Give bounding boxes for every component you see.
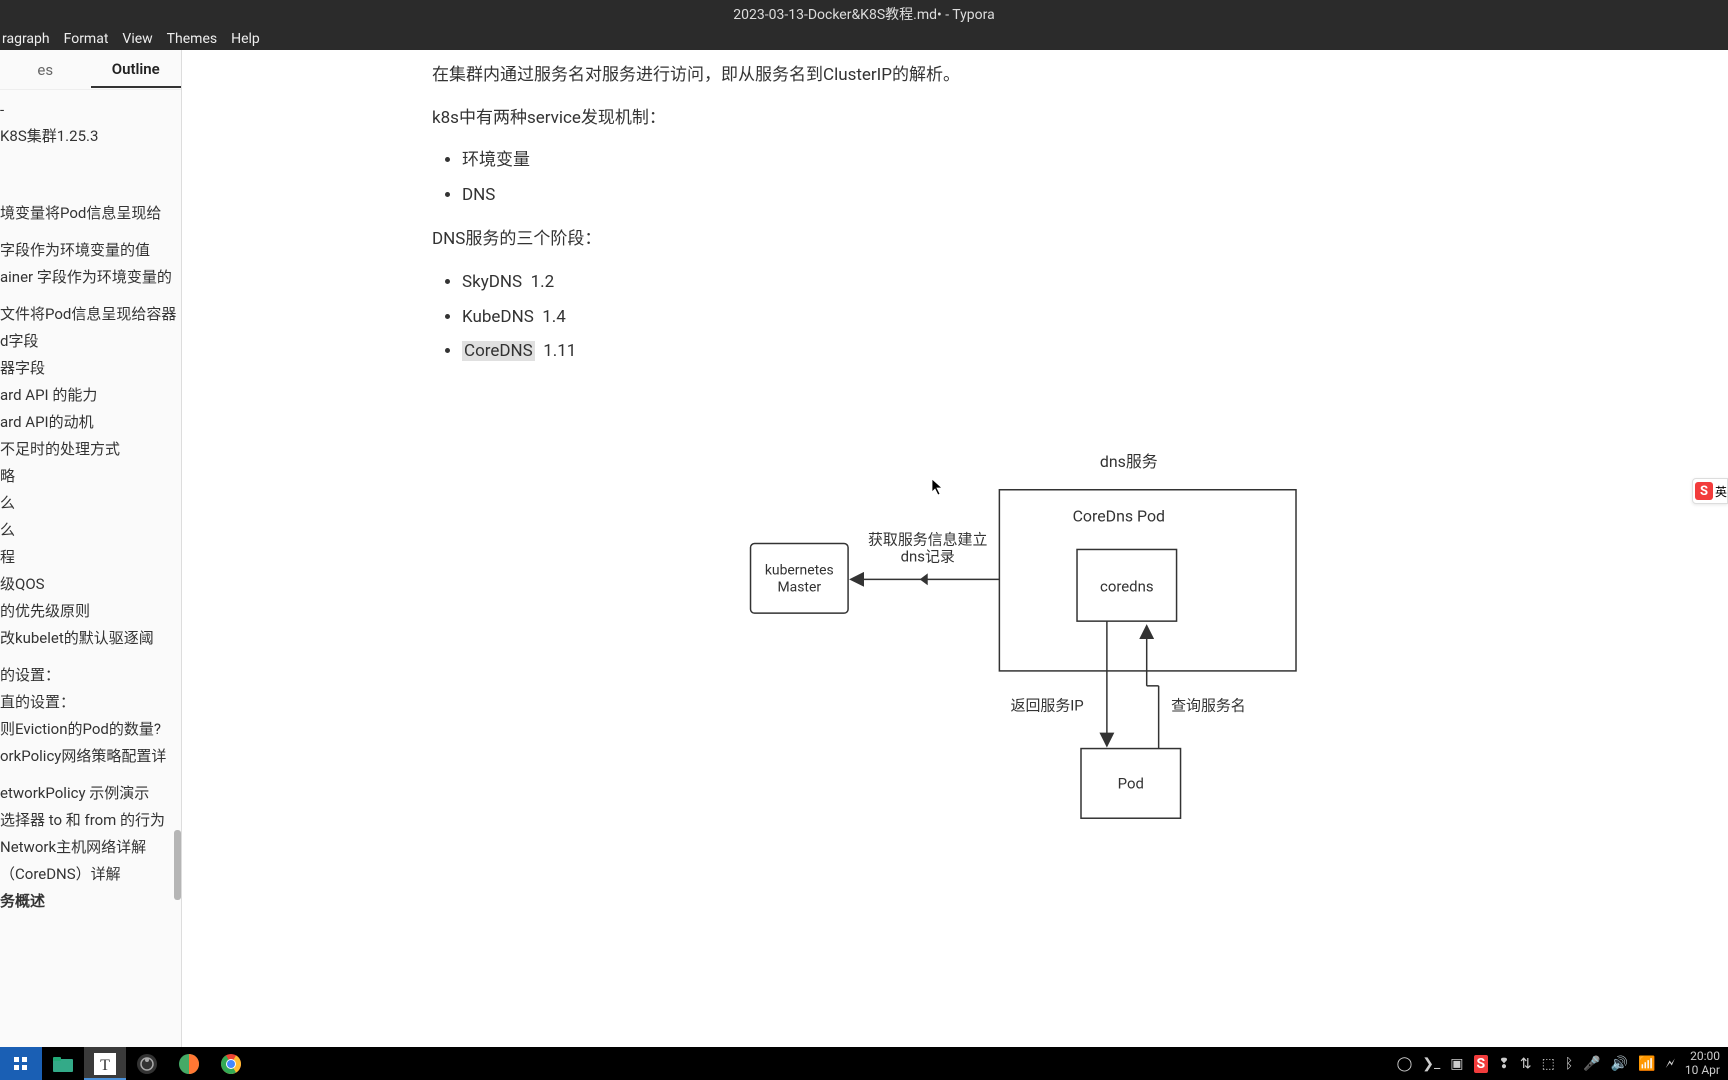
outline-item[interactable]: ard API 的能力 [0, 381, 181, 408]
outline-item[interactable]: ard API的动机 [0, 408, 181, 435]
tray-battery-icon[interactable]: 🗲 [1666, 1056, 1675, 1072]
menu-format[interactable]: Format [64, 31, 109, 47]
tray-volume-icon[interactable]: 🔊 [1611, 1056, 1628, 1072]
list-item[interactable]: CoreDNS 1.11 [462, 336, 1298, 367]
outline-item[interactable]: 改kubelet的默认驱逐阈 [0, 624, 181, 651]
outline-item[interactable]: Network主机网络详解 [0, 833, 181, 860]
outline-item[interactable]: 器字段 [0, 354, 181, 381]
window-title: 2023-03-13-Docker&K8S教程.md• - Typora [733, 4, 994, 24]
outline-item[interactable]: （CoreDNS）详解 [0, 860, 181, 887]
outline-item[interactable]: 选择器 to 和 from 的行为 [0, 806, 181, 833]
list-item[interactable]: SkyDNS 1.2 [462, 267, 1298, 298]
svg-text:查询服务名: 查询服务名 [1171, 696, 1246, 714]
list-item[interactable]: KubeDNS 1.4 [462, 302, 1298, 333]
svg-text:coredns: coredns [1100, 577, 1154, 595]
system-tray: ◯ ❯_ ▣ S ❢ ⇅ ⬚ ᛒ 🎤 🔊 📶 🗲 20:00 10 Apr [1397, 1050, 1728, 1076]
window-titlebar: 2023-03-13-Docker&K8S教程.md• - Typora [0, 0, 1728, 28]
list-item[interactable]: DNS [462, 180, 1298, 211]
outline-item[interactable]: 不足时的处理方式 [0, 435, 181, 462]
menu-themes[interactable]: Themes [167, 31, 217, 47]
tray-info-icon[interactable]: ❢ [1498, 1056, 1510, 1072]
outline-item[interactable]: - [0, 98, 181, 122]
tray-clock[interactable]: 20:00 10 Apr [1685, 1050, 1720, 1076]
dns-diagram: dns服务 CoreDns Pod coredns kubernetes Mas… [432, 441, 1298, 861]
paragraph[interactable]: DNS服务的三个阶段： [432, 224, 1298, 255]
editor-area[interactable]: 在集群内通过服务名对服务进行访问，即从服务名到ClusterIP的解析。 k8s… [182, 50, 1728, 1047]
outline-item[interactable]: orkPolicy网络策略配置详 [0, 742, 181, 769]
menu-paragraph[interactable]: ragraph [2, 31, 50, 47]
sogou-ime-badge[interactable]: S 英 [1692, 478, 1728, 504]
paragraph[interactable]: k8s中有两种service发现机制： [432, 103, 1298, 134]
outline-scrollbar[interactable] [174, 830, 181, 900]
tray-bluetooth-icon[interactable]: ᛒ [1565, 1056, 1573, 1072]
taskbar-file-manager[interactable] [42, 1047, 84, 1080]
taskbar: T ◯ ❯_ ▣ S ❢ ⇅ ⬚ ᛒ 🎤 🔊 📶 🗲 20:00 10 Apr [0, 1047, 1728, 1080]
list[interactable]: 环境变量 DNS [432, 145, 1298, 210]
svg-text:CoreDns Pod: CoreDns Pod [1073, 506, 1165, 525]
svg-text:Pod: Pod [1118, 774, 1144, 792]
taskbar-chrome[interactable] [210, 1047, 252, 1080]
taskbar-obs[interactable] [126, 1047, 168, 1080]
tray-updates-icon[interactable]: ▣ [1450, 1056, 1463, 1072]
mouse-cursor [931, 478, 945, 496]
taskbar-firefox[interactable] [168, 1047, 210, 1080]
diagram-title: dns服务 [1100, 452, 1158, 471]
outline-item[interactable]: 直的设置： [0, 688, 181, 715]
tray-mic-icon[interactable]: 🎤 [1583, 1056, 1600, 1072]
tray-network-icon[interactable]: ⇅ [1520, 1056, 1532, 1072]
menu-view[interactable]: View [122, 31, 152, 47]
tray-sogou-icon[interactable]: S [1474, 1055, 1489, 1073]
tray-obs-icon[interactable]: ◯ [1397, 1056, 1413, 1072]
outline-item[interactable]: 务概述 [0, 887, 181, 914]
outline-item[interactable]: 的优先级原则 [0, 597, 181, 624]
tray-wifi-icon[interactable]: 📶 [1638, 1056, 1655, 1072]
paragraph[interactable]: 在集群内通过服务名对服务进行访问，即从服务名到ClusterIP的解析。 [432, 60, 1298, 91]
svg-text:Master: Master [778, 579, 822, 595]
outline-list[interactable]: - K8S集群1.25.3 境变量将Pod信息呈现给 字段作为环境变量的值 ai… [0, 90, 181, 1047]
taskbar-app-menu[interactable] [0, 1047, 42, 1080]
svg-text:返回服务IP: 返回服务IP [1011, 696, 1084, 714]
outline-item[interactable]: ainer 字段作为环境变量的 [0, 263, 181, 290]
outline-item[interactable]: 的设置： [0, 661, 181, 688]
outline-item[interactable]: K8S集群1.25.3 [0, 122, 181, 149]
outline-sidebar: es Outline - K8S集群1.25.3 境变量将Pod信息呈现给 字段… [0, 50, 182, 1047]
taskbar-typora[interactable]: T [84, 1047, 126, 1080]
outline-item[interactable]: 文件将Pod信息呈现给容器 [0, 300, 181, 327]
menu-bar: ragraph Format View Themes Help [0, 28, 1728, 50]
outline-item[interactable]: etworkPolicy 示例演示 [0, 779, 181, 806]
outline-item[interactable]: 么 [0, 489, 181, 516]
outline-item[interactable] [0, 149, 181, 199]
outline-item[interactable]: d字段 [0, 327, 181, 354]
outline-item[interactable]: 么 [0, 516, 181, 543]
tab-outline[interactable]: Outline [91, 52, 182, 88]
outline-item[interactable]: 境变量将Pod信息呈现给 [0, 199, 181, 226]
sogou-s-icon: S [1695, 482, 1713, 500]
outline-item[interactable]: 程 [0, 543, 181, 570]
svg-text:dns记录: dns记录 [901, 547, 955, 565]
menu-help[interactable]: Help [231, 31, 260, 47]
svg-text:T: T [100, 1057, 110, 1074]
svg-text:kubernetes: kubernetes [765, 562, 834, 578]
outline-item[interactable]: 则Eviction的Pod的数量? [0, 715, 181, 742]
outline-item[interactable]: 略 [0, 462, 181, 489]
tray-terminal-icon[interactable]: ❯_ [1422, 1056, 1440, 1072]
list[interactable]: SkyDNS 1.2 KubeDNS 1.4 CoreDNS 1.11 [432, 267, 1298, 367]
tray-vpn-icon[interactable]: ⬚ [1542, 1056, 1555, 1072]
outline-item[interactable]: 级QOS [0, 570, 181, 597]
svg-text:获取服务信息建立: 获取服务信息建立 [868, 530, 987, 548]
list-item[interactable]: 环境变量 [462, 145, 1298, 176]
tab-files[interactable]: es [0, 53, 91, 87]
outline-item[interactable]: 字段作为环境变量的值 [0, 236, 181, 263]
